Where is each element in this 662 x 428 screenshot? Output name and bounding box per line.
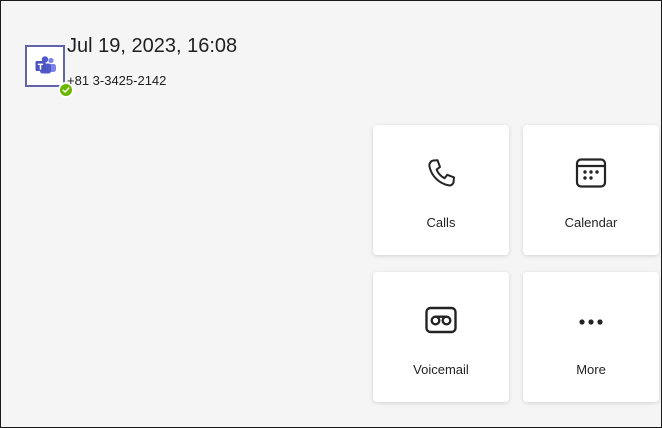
calls-tile[interactable]: Calls <box>373 125 509 255</box>
avatar[interactable] <box>25 45 74 98</box>
voicemail-icon <box>425 306 457 334</box>
teams-icon <box>35 56 56 74</box>
more-tile[interactable]: More <box>523 272 659 402</box>
voicemail-label: Voicemail <box>413 362 469 377</box>
calls-label: Calls <box>426 215 456 230</box>
calendar-icon <box>575 158 607 188</box>
calendar-tile[interactable]: Calendar <box>523 125 659 255</box>
home-screen: Jul 19, 2023, 16:08 +81 3-3425-2142 Call… <box>0 0 662 428</box>
more-label: More <box>576 362 606 377</box>
calendar-label: Calendar <box>564 215 618 230</box>
voicemail-tile[interactable]: Voicemail <box>373 272 509 402</box>
more-icon <box>579 319 603 325</box>
phone-icon <box>428 159 455 187</box>
phone-number: +81 3-3425-2142 <box>67 73 167 88</box>
date-time: Jul 19, 2023, 16:08 <box>67 35 238 57</box>
